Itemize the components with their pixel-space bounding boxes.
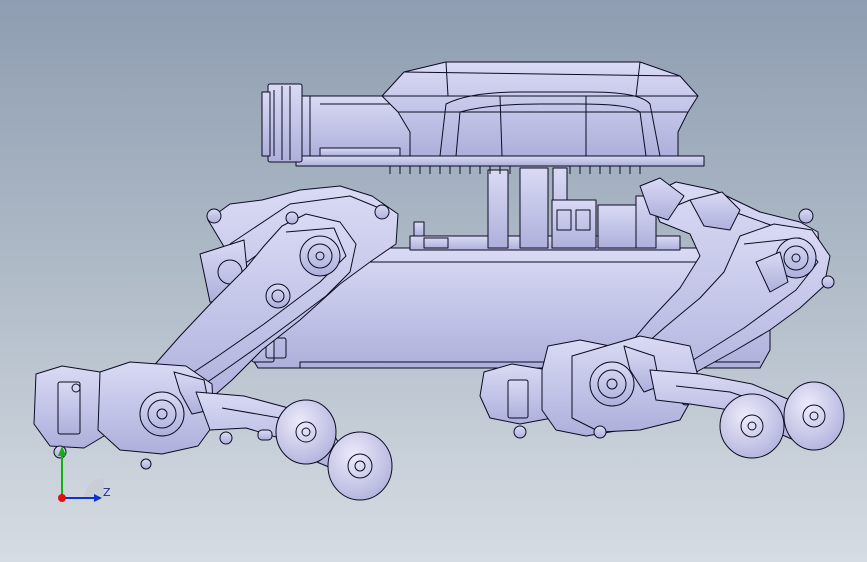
x-axis-dot bbox=[58, 494, 66, 502]
robot-model[interactable] bbox=[0, 0, 867, 562]
wheel-front-right-front bbox=[783, 381, 845, 451]
coordinate-triad: Z bbox=[40, 440, 120, 520]
wheel-front-left-rear bbox=[275, 399, 337, 465]
y-axis-arrow bbox=[58, 446, 66, 456]
top-cover bbox=[381, 61, 699, 157]
triad-axes bbox=[58, 446, 104, 502]
z-axis-label: Z bbox=[103, 486, 111, 499]
top-board bbox=[295, 155, 705, 174]
cad-viewport[interactable]: Z bbox=[0, 0, 867, 562]
central-columns bbox=[409, 167, 681, 251]
wheel-front-left-front bbox=[327, 431, 393, 501]
wheel-front-right-rear bbox=[719, 393, 785, 459]
